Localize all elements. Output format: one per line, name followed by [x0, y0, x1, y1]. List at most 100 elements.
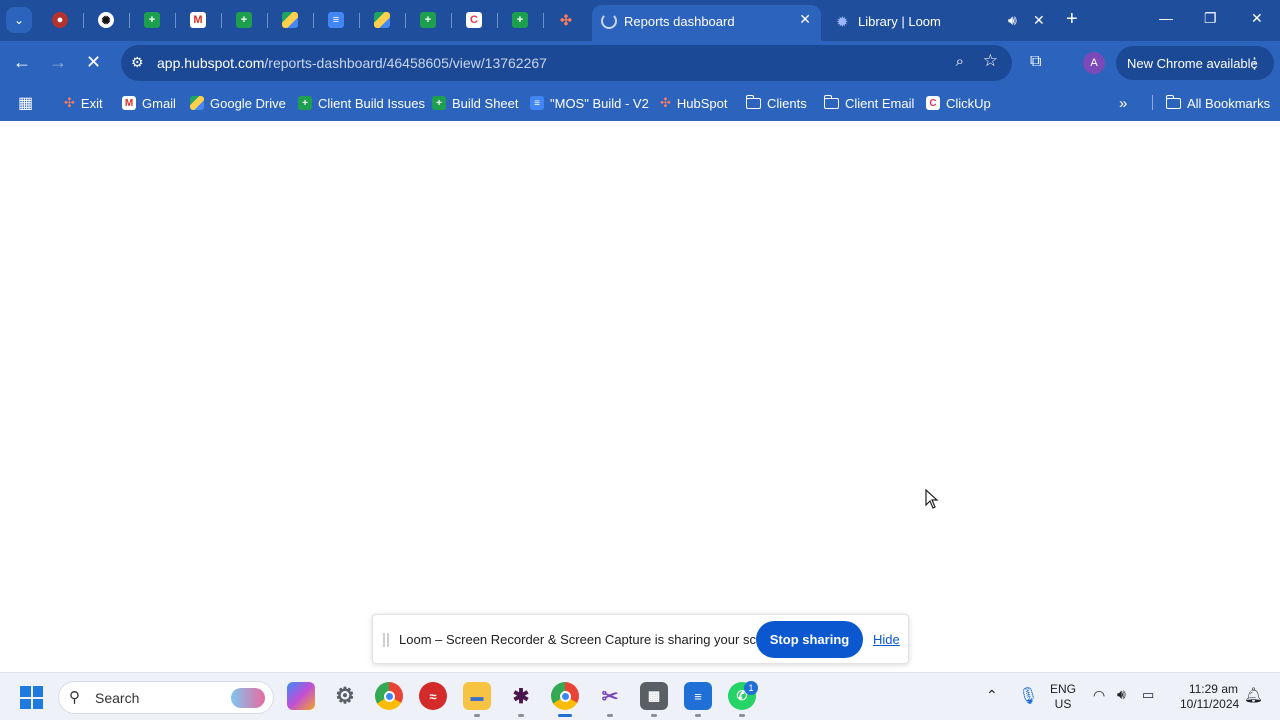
zoom-icon[interactable]: ⌕: [956, 53, 964, 70]
battery-icon[interactable]: ▭: [1142, 687, 1154, 703]
apps-icon[interactable]: ▦: [18, 93, 33, 113]
tab-separator: [543, 13, 544, 28]
bookmark-clients[interactable]: Clients: [745, 93, 807, 113]
close-tab-icon[interactable]: ✕: [1033, 12, 1045, 29]
close-tab-icon[interactable]: ✕: [799, 11, 811, 28]
volume-icon[interactable]: 🔊︎: [1117, 686, 1126, 703]
search-highlight-image: [231, 688, 265, 708]
bookmark-google-drive[interactable]: Google Drive: [190, 93, 286, 113]
start-button[interactable]: [20, 686, 43, 709]
snipping-tool-icon[interactable]: ✂: [596, 682, 624, 710]
running-indicator: [474, 714, 480, 717]
settings-icon[interactable]: ⚙︎: [331, 682, 359, 710]
menu-icon[interactable]: ⋮: [1247, 54, 1262, 72]
browser-frame: ⌄ ● ✺ + M + ≡ + C + ✣ Reports dashboard …: [0, 0, 1280, 121]
pinned-tab-drive[interactable]: [279, 9, 301, 31]
bookmark-label: Client Build Issues: [318, 95, 425, 111]
site-info-icon[interactable]: ⚙︎: [131, 54, 144, 71]
tab-separator: [359, 13, 360, 28]
language-indicator[interactable]: ENG US: [1050, 682, 1076, 712]
chrome-icon[interactable]: [375, 682, 403, 710]
pinned-tab-sheets[interactable]: +: [141, 9, 163, 31]
bookmark-separator: [1152, 95, 1153, 110]
gmail-icon: M: [190, 12, 206, 28]
pinned-tab-sheets[interactable]: +: [417, 9, 439, 31]
sheets-icon: +: [512, 12, 528, 28]
bookmark-build-sheet[interactable]: + Build Sheet: [432, 93, 519, 113]
bookmark-client-email[interactable]: Client Email: [823, 93, 914, 113]
calculator-icon[interactable]: ▦: [640, 682, 668, 710]
pinned-tab-drive[interactable]: [371, 9, 393, 31]
microphone-icon[interactable]: 🎙︎: [1018, 686, 1038, 706]
minimize-icon[interactable]: —: [1159, 10, 1173, 26]
url-text[interactable]: app.hubspot.com/reports-dashboard/464586…: [157, 55, 547, 71]
restore-icon[interactable]: ❐: [1204, 10, 1217, 27]
extensions-icon[interactable]: ⧉: [1030, 53, 1041, 71]
stop-loading-icon[interactable]: ✕: [86, 53, 101, 71]
bookmark-clickup[interactable]: C ClickUp: [926, 93, 991, 113]
notification-bell-icon[interactable]: 🔔︎: [1244, 686, 1263, 704]
chrome-profile-icon[interactable]: [551, 682, 579, 710]
pinned-tab-sheets[interactable]: +: [509, 9, 531, 31]
bookmark-client-build-issues[interactable]: + Client Build Issues: [298, 93, 425, 113]
region-code: US: [1054, 697, 1072, 711]
close-window-icon[interactable]: ✕: [1251, 10, 1263, 27]
notepad-icon[interactable]: ≡: [684, 682, 712, 710]
loom-icon: ✹: [836, 14, 849, 31]
update-chrome-button[interactable]: New Chrome available ⋮: [1116, 46, 1274, 80]
tray-overflow-icon[interactable]: ⌃: [986, 687, 998, 704]
profile-avatar[interactable]: A: [1083, 52, 1105, 74]
browser-toolbar: ← → ✕ ⚙︎ app.hubspot.com/reports-dashboa…: [0, 41, 1280, 85]
bookmark-exit[interactable]: ✣ Exit: [64, 93, 103, 113]
pinned-tab-hubspot[interactable]: ✣: [555, 9, 577, 31]
pinned-tab-record[interactable]: ●: [49, 9, 71, 31]
pinned-tab-sheets[interactable]: +: [233, 9, 255, 31]
tab-separator: [221, 13, 222, 28]
tab-loom-library[interactable]: ✹ Library | Loom 🔊︎ ✕: [830, 5, 1055, 37]
audio-playing-icon[interactable]: 🔊︎: [1008, 12, 1017, 29]
bookmark-hubspot[interactable]: ✣ HubSpot: [660, 93, 728, 113]
lang-code: ENG: [1050, 682, 1077, 696]
pinned-tab-clickup[interactable]: C: [463, 9, 485, 31]
bookmark-mos-build[interactable]: ≡ "MOS" Build - V2: [530, 93, 649, 113]
pinned-tab-chatgpt[interactable]: ✺: [95, 9, 117, 31]
notification-badge: 1: [744, 681, 758, 695]
back-icon[interactable]: ←: [13, 53, 31, 71]
tab-search-button[interactable]: ⌄: [6, 7, 32, 33]
copilot-icon[interactable]: [287, 682, 315, 710]
clock[interactable]: 11:29 am 10/11/2024: [1180, 682, 1240, 712]
docs-icon: ≡: [530, 96, 544, 110]
pinned-tab-docs[interactable]: ≡: [325, 9, 347, 31]
chrome-center: [559, 690, 571, 702]
drag-handle[interactable]: [383, 633, 389, 647]
file-explorer-icon[interactable]: ▬: [463, 682, 491, 710]
taskbar-search[interactable]: ⚲ Search: [58, 681, 274, 714]
clock-date: 10/11/2024: [1180, 697, 1240, 711]
clickup-icon: C: [926, 96, 940, 110]
url-host: app.hubspot.com: [157, 55, 265, 71]
new-tab-button[interactable]: +: [1066, 9, 1078, 29]
more-bookmarks-icon[interactable]: »: [1119, 93, 1127, 113]
loom-sharing-bar: Loom – Screen Recorder & Screen Capture …: [372, 614, 909, 664]
all-bookmarks[interactable]: All Bookmarks: [1165, 93, 1271, 113]
bookmark-label: All Bookmarks: [1187, 95, 1271, 111]
running-indicator: [607, 714, 613, 717]
stop-sharing-button[interactable]: Stop sharing: [756, 621, 863, 658]
app-icon-red[interactable]: ≈: [419, 682, 447, 710]
mouse-cursor: [925, 488, 939, 514]
hide-link[interactable]: Hide: [873, 632, 900, 647]
bookmark-gmail[interactable]: M Gmail: [122, 93, 176, 113]
address-bar[interactable]: ⚙︎ app.hubspot.com/reports-dashboard/464…: [121, 45, 1012, 81]
running-indicator: [739, 714, 745, 717]
pinned-tab-gmail[interactable]: M: [187, 9, 209, 31]
wifi-icon[interactable]: ◠: [1093, 687, 1105, 704]
forward-icon[interactable]: →: [49, 53, 67, 71]
bookmark-label: Gmail: [142, 95, 176, 111]
running-indicator: [651, 714, 657, 717]
clickup-icon: C: [466, 12, 482, 28]
tab-reports-dashboard[interactable]: Reports dashboard ✕: [592, 5, 821, 41]
chatgpt-icon: ✺: [98, 12, 114, 28]
slack-icon[interactable]: ✱: [507, 682, 535, 710]
bookmark-star-icon[interactable]: ☆: [983, 51, 998, 71]
bookmark-label: Build Sheet: [452, 95, 519, 111]
